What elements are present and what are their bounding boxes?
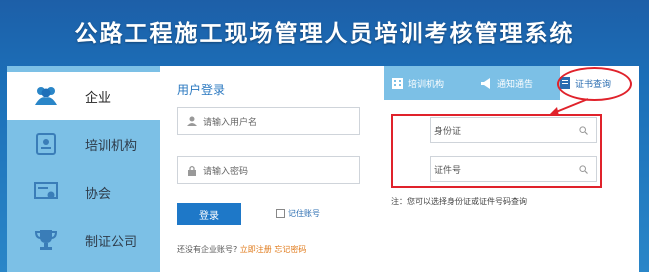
certificate-icon	[33, 179, 59, 205]
id-card-label: 身份证	[434, 126, 462, 137]
sidebar-item-association[interactable]: 协会	[7, 168, 160, 216]
sidebar-item-label: 企业	[85, 90, 112, 106]
building-icon	[392, 77, 403, 89]
login-panel: 用户登录 请输入用户名 请输入密码 登录 记住账号 还没有企业账号? 立即注册 …	[160, 66, 384, 272]
megaphone-icon	[480, 77, 492, 89]
register-link[interactable]: 立即注册	[240, 245, 272, 254]
query-note: 注：您可以选择身份证或证件号码查询	[391, 197, 527, 206]
remember-checkbox[interactable]	[276, 209, 285, 218]
login-title: 用户登录	[177, 83, 226, 97]
sidebar-item-training[interactable]: 培训机构	[7, 120, 160, 168]
highlight-ellipse	[557, 67, 632, 101]
remember-account[interactable]: 记住账号	[276, 208, 320, 219]
lock-icon	[187, 165, 197, 176]
remember-label: 记住账号	[288, 209, 320, 218]
users-icon	[33, 83, 59, 109]
book-icon	[33, 131, 59, 157]
forgot-password-link[interactable]: 忘记密码	[274, 245, 306, 254]
tab-training[interactable]: 培训机构	[392, 66, 472, 100]
username-placeholder: 请输入用户名	[203, 117, 258, 128]
sidebar-item-label: 协会	[85, 186, 112, 202]
page-title: 公路工程施工现场管理人员培训考核管理系统	[74, 21, 575, 47]
cert-no-input[interactable]: 证件号	[430, 156, 597, 182]
cert-no-label: 证件号	[434, 165, 462, 176]
role-sidebar: 企业 培训机构 协会 制证公司	[7, 66, 160, 272]
id-card-input[interactable]: 身份证	[430, 117, 597, 143]
sidebar-item-cert-company[interactable]: 制证公司	[7, 216, 160, 264]
tab-label: 培训机构	[408, 79, 445, 90]
password-field[interactable]: 请输入密码	[177, 156, 360, 184]
tab-notices[interactable]: 通知通告	[480, 66, 560, 100]
password-placeholder: 请输入密码	[203, 166, 249, 177]
register-prompt: 还没有企业账号?	[177, 245, 238, 254]
sidebar-item-label: 制证公司	[85, 234, 138, 250]
sidebar-item-label: 培训机构	[85, 138, 138, 154]
username-field[interactable]: 请输入用户名	[177, 107, 360, 135]
tab-label: 通知通告	[497, 79, 534, 90]
search-icon[interactable]	[579, 164, 588, 174]
user-icon	[187, 116, 197, 126]
sidebar-item-enterprise[interactable]: 企业	[7, 72, 160, 120]
login-button[interactable]: 登录	[177, 203, 241, 225]
search-icon[interactable]	[579, 125, 588, 135]
register-line: 还没有企业账号? 立即注册 忘记密码	[177, 244, 306, 255]
trophy-icon	[33, 227, 59, 253]
